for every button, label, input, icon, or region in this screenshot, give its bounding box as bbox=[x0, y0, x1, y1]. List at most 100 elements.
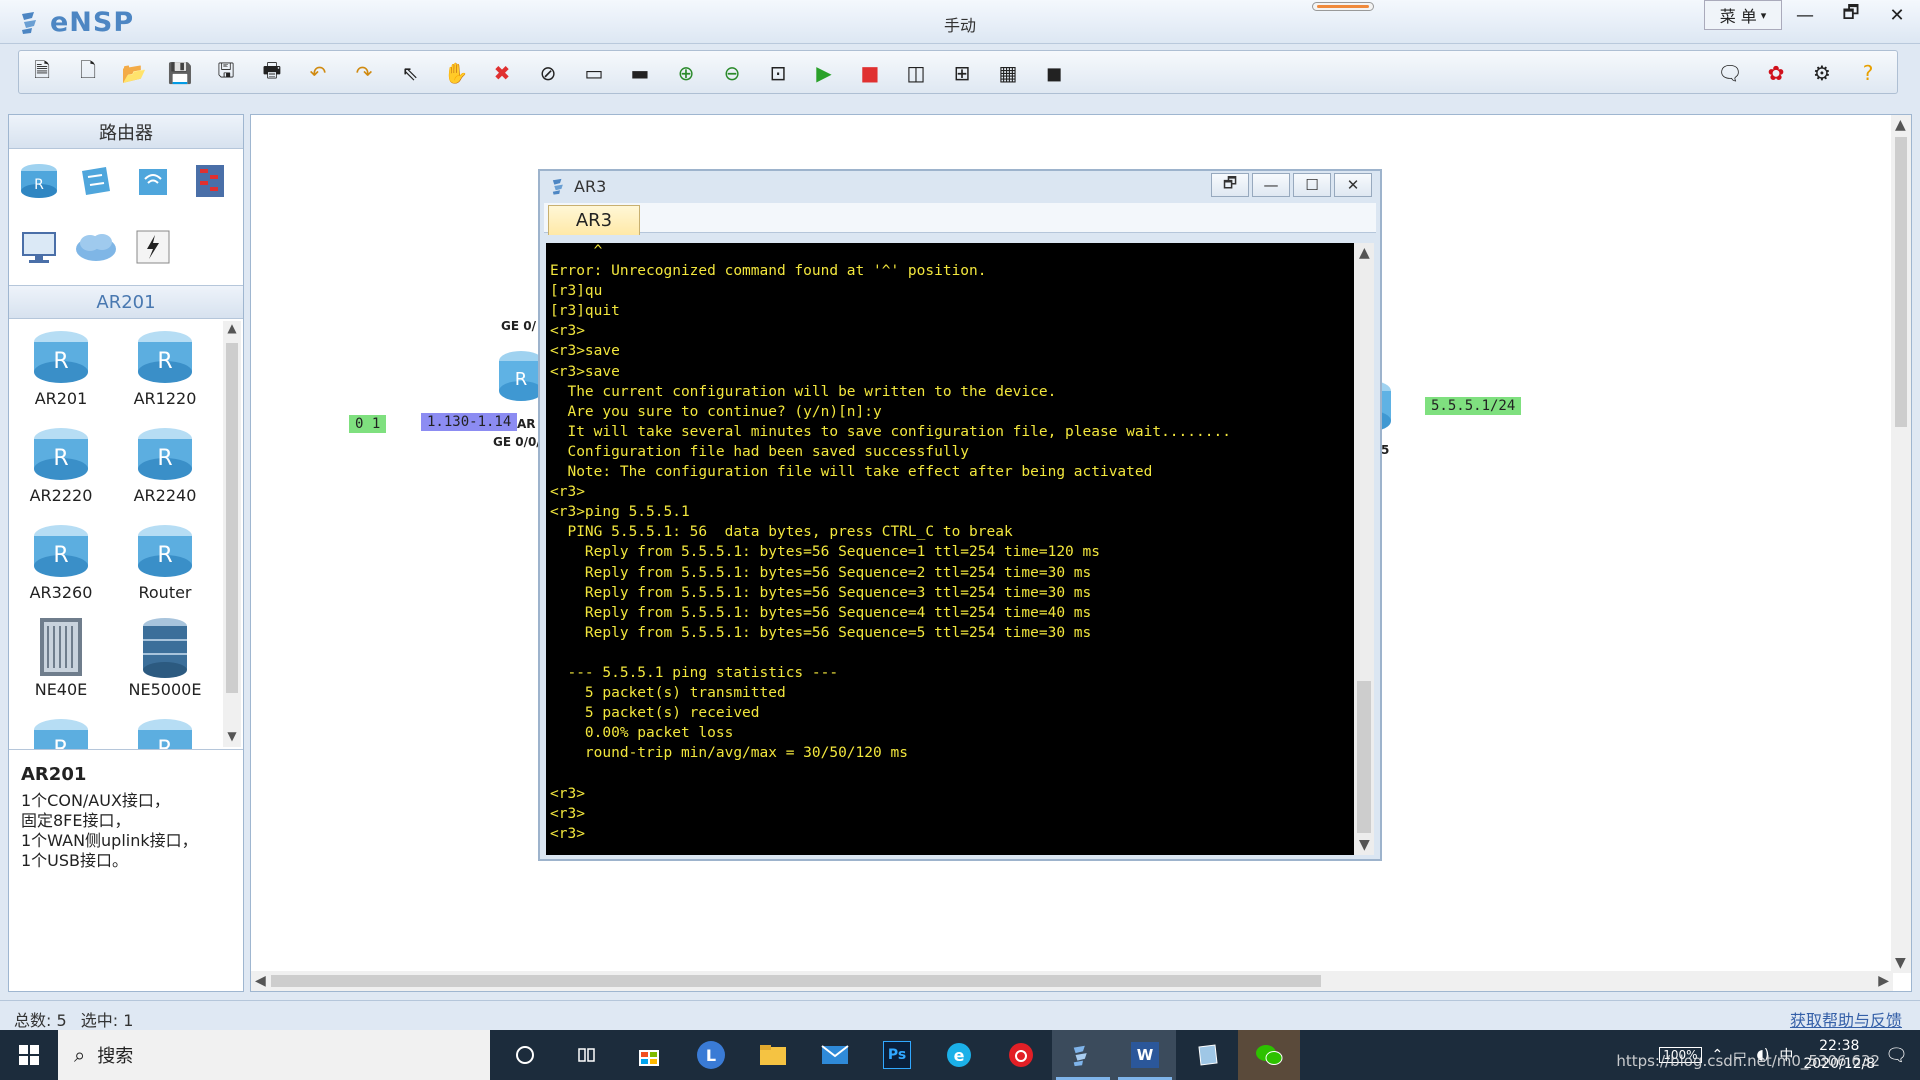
device-item-ar3260[interactable]: R AR3260 bbox=[9, 521, 113, 602]
scroll-thumb[interactable] bbox=[271, 975, 1321, 987]
scroll-down-icon[interactable]: ▼ bbox=[223, 729, 241, 747]
device-item-partial[interactable]: R bbox=[9, 715, 113, 749]
device-item-ar2220[interactable]: R AR2220 bbox=[9, 424, 113, 505]
print-icon[interactable]: 🖶 bbox=[257, 58, 287, 88]
new-topology-icon[interactable]: 🗎 bbox=[27, 58, 57, 88]
device-item-ar201[interactable]: R AR201 bbox=[9, 327, 113, 408]
switch-category-icon[interactable] bbox=[74, 159, 118, 203]
mail-icon[interactable] bbox=[804, 1030, 866, 1080]
scroll-right-icon[interactable]: ▶ bbox=[1878, 973, 1889, 989]
minimize-button[interactable]: — bbox=[1782, 0, 1828, 30]
delete-icon[interactable]: ✖ bbox=[487, 58, 517, 88]
stop-device-icon[interactable]: ■ bbox=[855, 58, 885, 88]
scroll-up-icon[interactable]: ▲ bbox=[1359, 245, 1370, 261]
zoom-in-icon[interactable]: ⊕ bbox=[671, 58, 701, 88]
wechat-icon[interactable] bbox=[1238, 1030, 1300, 1080]
firewall-category-icon[interactable] bbox=[188, 159, 232, 203]
scroll-thumb[interactable] bbox=[1357, 681, 1371, 833]
router-category-icon[interactable]: R bbox=[17, 159, 61, 203]
pc-category-icon[interactable] bbox=[17, 225, 61, 269]
canvas-vertical-scrollbar[interactable]: ▲ ▼ bbox=[1891, 115, 1911, 973]
open-icon[interactable]: 📂 bbox=[119, 58, 149, 88]
scroll-down-icon[interactable]: ▼ bbox=[1359, 837, 1370, 853]
save-as-icon[interactable]: 🖫 bbox=[211, 58, 241, 88]
taskbar-search[interactable]: ⌕ 搜索 bbox=[58, 1030, 490, 1080]
scroll-left-icon[interactable]: ◀ bbox=[255, 973, 266, 989]
scroll-down-icon[interactable]: ▼ bbox=[1895, 955, 1906, 971]
netease-music-icon[interactable] bbox=[990, 1030, 1052, 1080]
terminal-scrollbar[interactable]: ▲ ▼ bbox=[1354, 243, 1374, 855]
screenshot-icon[interactable]: ◼ bbox=[1039, 58, 1069, 88]
device-item-ne5000e[interactable]: NE5000E bbox=[113, 618, 217, 699]
device-item-partial[interactable]: R bbox=[113, 715, 217, 749]
title-grip[interactable] bbox=[1312, 2, 1374, 11]
cloud-category-icon[interactable] bbox=[74, 225, 118, 269]
pan-hand-icon[interactable]: ✋ bbox=[441, 58, 471, 88]
photoshop-icon[interactable]: Ps bbox=[866, 1030, 928, 1080]
feedback-icon[interactable]: 🗨 bbox=[1715, 58, 1745, 88]
zoom-out-icon[interactable]: ⊖ bbox=[717, 58, 747, 88]
pointer-icon[interactable]: ⇖ bbox=[395, 58, 425, 88]
minimize-icon[interactable]: — bbox=[1252, 173, 1290, 197]
scroll-thumb[interactable] bbox=[1895, 137, 1907, 427]
start-device-icon[interactable]: ▶ bbox=[809, 58, 839, 88]
l-app-icon[interactable]: L bbox=[680, 1030, 742, 1080]
port-label-right-fragment: 5 bbox=[1381, 443, 1390, 457]
tab-ar3[interactable]: AR3 bbox=[548, 205, 640, 235]
virtualbox-icon[interactable] bbox=[1176, 1030, 1238, 1080]
terminal-line: [r3]quit bbox=[550, 303, 620, 320]
ensp-icon[interactable] bbox=[1052, 1030, 1114, 1080]
router-device-icon: R bbox=[31, 327, 91, 385]
task-view-icon[interactable] bbox=[556, 1030, 618, 1080]
grid-icon[interactable]: ▦ bbox=[993, 58, 1023, 88]
text-note-icon[interactable]: ▭ bbox=[579, 58, 609, 88]
device-item-router[interactable]: R Router bbox=[113, 521, 217, 602]
interface-tag-ip-left[interactable]: 1.130-1.14 bbox=[421, 413, 518, 431]
redo-icon[interactable]: ↷ bbox=[349, 58, 379, 88]
scroll-up-icon[interactable]: ▲ bbox=[1895, 117, 1906, 133]
store-icon[interactable] bbox=[618, 1030, 680, 1080]
device-item-ar2240[interactable]: R AR2240 bbox=[113, 424, 217, 505]
restore-button[interactable]: 🗗 bbox=[1828, 0, 1874, 30]
interface-tag-green-left[interactable]: 0 1 bbox=[349, 415, 387, 433]
settings-icon[interactable]: ⚙ bbox=[1807, 58, 1837, 88]
close-button[interactable]: ✕ bbox=[1874, 0, 1920, 30]
svg-text:R: R bbox=[515, 369, 528, 390]
interface-tag-ip-right[interactable]: 5.5.5.1/24 bbox=[1425, 397, 1522, 415]
rectangle-icon[interactable]: ▬ bbox=[625, 58, 655, 88]
topology-icon[interactable]: ⊞ bbox=[947, 58, 977, 88]
file-explorer-icon[interactable] bbox=[742, 1030, 804, 1080]
canvas-horizontal-scrollbar[interactable]: ◀ ▶ bbox=[251, 971, 1893, 991]
maximize-icon[interactable]: ☐ bbox=[1293, 173, 1331, 197]
help-feedback-link[interactable]: 获取帮助与反馈 bbox=[1790, 1007, 1902, 1031]
device-item-ne40e[interactable]: NE40E bbox=[9, 618, 113, 699]
selected-label: 选中: bbox=[80, 1011, 119, 1030]
device-label: AR2240 bbox=[133, 486, 197, 505]
word-icon[interactable]: W bbox=[1114, 1030, 1176, 1080]
close-icon[interactable]: ✕ bbox=[1334, 173, 1372, 197]
scroll-up-icon[interactable]: ▲ bbox=[223, 321, 241, 339]
notification-icon[interactable]: 🗨 bbox=[1885, 1045, 1908, 1066]
device-item-ar1220[interactable]: R AR1220 bbox=[113, 327, 217, 408]
save-icon[interactable]: 💾 bbox=[165, 58, 195, 88]
scroll-thumb[interactable] bbox=[226, 343, 238, 693]
ie-browser-icon[interactable]: e bbox=[928, 1030, 990, 1080]
connection-category-icon[interactable] bbox=[131, 225, 175, 269]
help-icon[interactable]: ? bbox=[1853, 58, 1883, 88]
restore-icon[interactable]: 🗗 bbox=[1211, 173, 1249, 197]
fit-icon[interactable]: ⊡ bbox=[763, 58, 793, 88]
start-button[interactable] bbox=[0, 1030, 58, 1080]
ar3-console-window[interactable]: AR3 🗗 — ☐ ✕ AR3 ^ Error: Unrecognized com… bbox=[538, 169, 1382, 861]
router-node-icon[interactable]: R bbox=[499, 347, 543, 407]
terminal-line: PING 5.5.5.1: 56 data bytes, press CTRL_… bbox=[550, 524, 1013, 541]
terminal-output[interactable]: ^ Error: Unrecognized command found at '^… bbox=[546, 243, 1374, 855]
wireless-category-icon[interactable] bbox=[131, 159, 175, 203]
cortana-icon[interactable] bbox=[494, 1030, 556, 1080]
device-list-scrollbar[interactable]: ▲ ▼ bbox=[223, 321, 241, 747]
delete-link-icon[interactable]: ⊘ bbox=[533, 58, 563, 88]
undo-icon[interactable]: ↶ bbox=[303, 58, 333, 88]
new-page-icon[interactable]: 🗋 bbox=[73, 58, 103, 88]
capture-icon[interactable]: ◫ bbox=[901, 58, 931, 88]
huawei-logo-icon[interactable]: ✿ bbox=[1761, 58, 1791, 88]
menu-button[interactable]: 菜 单 ▾ bbox=[1704, 0, 1782, 30]
